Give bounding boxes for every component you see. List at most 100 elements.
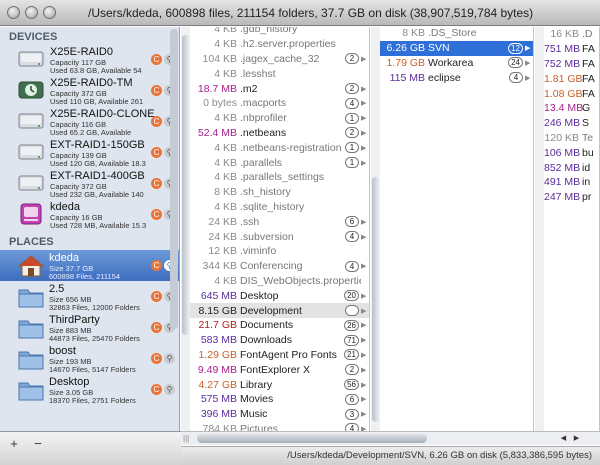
file-row[interactable]: 4 KB .sqlite_history — [190, 200, 369, 215]
rescan-icon[interactable]: C — [151, 54, 162, 65]
rescan-icon[interactable]: C — [151, 353, 162, 364]
rescan-icon[interactable]: C — [151, 260, 162, 271]
file-row[interactable]: 1.79 GB Workarea 24 ▶ — [380, 56, 533, 71]
file-row[interactable]: 24 KB .subversion 4 ▶ — [190, 229, 369, 244]
file-row[interactable]: 4 KB .parallels 1 ▶ — [190, 155, 369, 170]
device-item-0[interactable]: X25E-RAID0 Capacity 117 GB Used 63.8 GB, A… — [0, 44, 179, 75]
file-row[interactable]: 491 MB in — [544, 175, 599, 190]
device-item-1[interactable]: X25E-RAID0-TM Capacity 372 GB Used 110 GB,… — [0, 75, 179, 106]
file-row[interactable]: 24 KB .ssh 6 ▶ — [190, 214, 369, 229]
disclosure-arrow-icon: ▶ — [361, 337, 367, 345]
file-row[interactable]: 751 MB FA — [544, 42, 599, 57]
reveal-magnifier-icon[interactable]: ⚲ — [164, 353, 175, 364]
file-row[interactable]: 8 KB .sh_history — [190, 185, 369, 200]
file-size: 1.08 GB — [544, 87, 583, 100]
file-row[interactable]: 16 KB .D — [544, 27, 599, 42]
rescan-icon[interactable]: C — [151, 209, 162, 220]
file-row[interactable]: 583 MB Downloads 71 ▶ — [190, 333, 369, 348]
file-row[interactable]: 6.26 GB SVN 12 ▶ — [380, 40, 533, 56]
reveal-magnifier-icon[interactable]: ⚲ — [164, 384, 175, 395]
file-row[interactable]: 852 MB id — [544, 160, 599, 175]
file-name: .DS_Store — [428, 27, 477, 40]
close-window-button[interactable] — [7, 6, 20, 19]
sidebar-scrollbar[interactable] — [170, 29, 178, 329]
horizontal-scroll-thumb[interactable] — [197, 434, 427, 443]
devices-list: X25E-RAID0 Capacity 117 GB Used 63.8 GB, A… — [0, 44, 179, 230]
remove-place-button[interactable]: − — [27, 436, 49, 452]
file-row[interactable]: 13.4 MB G — [544, 101, 599, 116]
file-row[interactable]: 247 MB pr — [544, 190, 599, 205]
item-count-badge: 2 — [345, 364, 359, 376]
file-row[interactable]: 344 KB Conferencing 4 ▶ — [190, 259, 369, 274]
scroll-right-arrow-icon[interactable]: ▶ — [571, 433, 582, 444]
file-row[interactable]: 784 KB Pictures 4 ▶ — [190, 422, 369, 431]
file-row[interactable]: 115 MB eclipse 4 ▶ — [380, 70, 533, 85]
scroll-thumb[interactable] — [182, 35, 189, 335]
rescan-icon[interactable]: C — [151, 178, 162, 189]
file-name: Desktop — [240, 289, 279, 302]
browser-column-development: 8 KB .DS_Store 6.26 GB SVN 12 ▶ 1.79 GB Workare… — [371, 27, 534, 431]
devices-header: DEVICES — [9, 31, 58, 43]
file-row[interactable]: 4 KB .gdb_history — [190, 27, 369, 37]
file-row[interactable]: 12 KB .viminfo — [190, 244, 369, 259]
rescan-icon[interactable]: C — [151, 85, 162, 96]
place-item-3[interactable]: boost Size 193 MB 14670 Files, 5147 Folder… — [0, 343, 179, 374]
scroll-thumb[interactable] — [372, 177, 379, 422]
file-row[interactable]: 4 KB .nbprofiler 1 ▶ — [190, 111, 369, 126]
item-count-badge: 24 — [508, 57, 523, 69]
resize-grip-icon[interactable]: ||| — [183, 434, 189, 443]
column-scrollbar[interactable] — [535, 27, 544, 431]
file-row[interactable]: 104 KB .jagex_cache_32 2 ▶ — [190, 52, 369, 67]
file-row[interactable]: 645 MB Desktop 20 ▶ — [190, 288, 369, 303]
horizontal-scrollbar[interactable]: ||| ◀ ▶ — [181, 431, 600, 445]
file-row[interactable]: 21.7 GB Documents 26 ▶ — [190, 318, 369, 333]
places-header: PLACES — [9, 236, 54, 248]
rescan-icon[interactable]: C — [151, 116, 162, 127]
item-count-badge: 4 — [345, 231, 359, 243]
file-row[interactable]: 1.29 GB FontAgent Pro Fonts 21 ▶ — [190, 348, 369, 363]
rescan-icon[interactable]: C — [151, 147, 162, 158]
scroll-left-arrow-icon[interactable]: ◀ — [558, 433, 569, 444]
file-row[interactable]: 396 MB Music 3 ▶ — [190, 407, 369, 422]
device-item-3[interactable]: EXT-RAID1-150GB Capacity 139 GB Used 120 G… — [0, 137, 179, 168]
file-row[interactable]: 8 KB .DS_Store — [380, 27, 533, 41]
hard-drive-icon — [18, 48, 44, 70]
file-row[interactable]: 0 bytes .macports 4 ▶ — [190, 96, 369, 111]
device-item-4[interactable]: EXT-RAID1-400GB Capacity 372 GB Used 232 G… — [0, 168, 179, 199]
file-row[interactable]: 752 MB FA — [544, 57, 599, 72]
minimize-window-button[interactable] — [25, 6, 38, 19]
file-row[interactable]: 106 MB bu — [544, 145, 599, 160]
file-row[interactable]: 4 KB DIS_WebObjects.properties — [190, 274, 369, 289]
place-item-4[interactable]: Desktop Size 3.05 GB 18370 Files, 2751 Fol… — [0, 374, 179, 405]
rescan-icon[interactable]: C — [151, 322, 162, 333]
file-row[interactable]: 4 KB .lesshst — [190, 66, 369, 81]
rescan-icon[interactable]: C — [151, 384, 162, 395]
file-row[interactable]: 8.15 GB Development ▶ — [190, 303, 369, 318]
file-size: 1.29 GB — [198, 348, 237, 361]
file-size: 8 KB — [402, 27, 425, 40]
place-item-2[interactable]: ThirdParty Size 883 MB 44873 Files, 25470 … — [0, 312, 179, 343]
file-row[interactable]: 4 KB .h2.server.properties — [190, 37, 369, 52]
file-size: 4 KB — [214, 274, 237, 287]
place-item-1[interactable]: 2.5 Size 656 MB 32863 Files, 12000 Folders… — [0, 281, 179, 312]
place-item-0[interactable]: kdedaSize 37.7 GB600898 Files, 211154C⚲ — [0, 250, 179, 281]
file-row[interactable]: 52.4 MB .netbeans 2 ▶ — [190, 126, 369, 141]
file-row[interactable]: 4.27 GB Library 56 ▶ — [190, 377, 369, 392]
column-scrollbar[interactable] — [371, 27, 380, 431]
file-row[interactable]: 120 KB Te — [544, 131, 599, 146]
file-row[interactable]: 246 MB S — [544, 116, 599, 131]
file-row[interactable]: 4 KB .netbeans-registration 1 ▶ — [190, 140, 369, 155]
file-row[interactable]: 18.7 MB .m2 2 ▶ — [190, 81, 369, 96]
column-scrollbar[interactable] — [181, 27, 190, 431]
device-item-5[interactable]: kdeda Capacity 16 GB Used 728 MB, Availabl… — [0, 199, 179, 230]
device-item-2[interactable]: X25E-RAID0-CLONE Capacity 116 GB Used 65.2… — [0, 106, 179, 137]
file-row[interactable]: 9.49 MB FontExplorer X 2 ▶ — [190, 362, 369, 377]
file-row[interactable]: 575 MB Movies 6 ▶ — [190, 392, 369, 407]
file-row[interactable]: 4 KB .parallels_settings — [190, 170, 369, 185]
file-row[interactable]: 1.81 GB FA — [544, 71, 599, 86]
file-row[interactable]: 1.08 GB FA — [544, 86, 599, 101]
zoom-window-button[interactable] — [43, 6, 56, 19]
rescan-icon[interactable]: C — [151, 291, 162, 302]
add-place-button[interactable]: + — [3, 436, 25, 452]
column-rows: 8 KB .DS_Store 6.26 GB SVN 12 ▶ 1.79 GB Workare… — [380, 27, 533, 85]
